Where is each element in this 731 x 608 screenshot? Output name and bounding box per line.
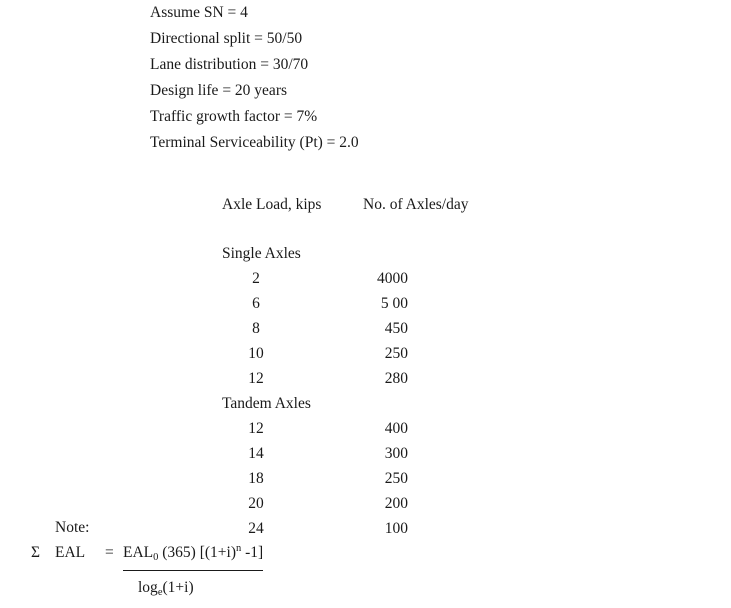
formula-denominator-row: loge(1+i) (31, 575, 431, 601)
table-row: 12 280 (222, 366, 512, 391)
numerator-tail: -1] (241, 544, 264, 561)
denominator-tail: (1+i) (162, 579, 194, 596)
table-row: 14 300 (222, 441, 512, 466)
cell-axle-load: 8 (252, 320, 260, 337)
numerator-middle: (365) [(1+i) (158, 544, 236, 561)
formula-equals-sign: = (105, 544, 114, 561)
assumption-line: Assume SN = 4 (150, 4, 248, 21)
table-row: 2 4000 (222, 266, 512, 291)
cell-axle-load: 2 (252, 270, 260, 287)
sigma-symbol: Σ (31, 544, 41, 561)
group-label-single-axles: Single Axles (222, 245, 301, 262)
table-row: 18 250 (222, 466, 512, 491)
formula-numerator: EAL0 (365) [(1+i)n -1] (123, 540, 264, 571)
cell-axle-count: 400 (384, 420, 408, 437)
assumption-line: Directional split = 50/50 (150, 30, 303, 47)
table-row: 10 250 (222, 341, 512, 366)
cell-axle-load: 12 (248, 420, 264, 437)
numerator-superscript: n (236, 543, 242, 554)
assumption-line: Terminal Serviceability (Pt) = 2.0 (150, 134, 359, 151)
cell-axle-count: 200 (384, 495, 408, 512)
assumption-line: Traffic growth factor = 7% (150, 108, 318, 125)
column-header-axle-load: Axle Load, kips (222, 196, 322, 213)
group-label-tandem-axles: Tandem Axles (222, 395, 311, 412)
cell-axle-load: 20 (248, 495, 264, 512)
note-block: Note: Σ EAL = EAL0 (365) [(1+i)n -1] log… (31, 515, 431, 601)
cell-axle-load: 14 (248, 445, 264, 462)
table-row: 8 450 (222, 316, 512, 341)
numerator-base: EAL (123, 544, 154, 561)
table-header-row: Axle Load, kips No. of Axles/day (222, 196, 512, 221)
cell-axle-count: 300 (384, 445, 408, 462)
numerator-subscript: 0 (153, 552, 159, 563)
table-row: 6 5 00 (222, 291, 512, 316)
cell-axle-count: 5 00 (380, 295, 408, 312)
cell-axle-load: 12 (248, 370, 264, 387)
denominator-subscript: e (157, 587, 163, 598)
cell-axle-load: 18 (248, 470, 264, 487)
cell-axle-count: 250 (384, 345, 408, 362)
formula-denominator: loge(1+i) (138, 575, 194, 603)
table-row: 12 400 (222, 416, 512, 441)
cell-axle-count: 280 (384, 370, 408, 387)
document-page: Assume SN = 4 Directional split = 50/50 … (0, 0, 731, 608)
formula-numerator-row: Σ EAL = EAL0 (365) [(1+i)n -1] (31, 540, 431, 571)
cell-axle-load: 10 (248, 345, 264, 362)
cell-axle-count: 4000 (377, 270, 408, 287)
note-label: Note: (55, 519, 90, 536)
cell-axle-count: 250 (384, 470, 408, 487)
table-row: 20 200 (222, 491, 512, 516)
denominator-base: log (138, 579, 158, 596)
formula-lhs-eal: EAL (55, 544, 86, 561)
cell-axle-load: 6 (252, 295, 260, 312)
axle-load-table: Axle Load, kips No. of Axles/day Single … (222, 196, 512, 541)
assumptions-block: Assume SN = 4 Directional split = 50/50 … (150, 0, 570, 156)
assumption-line: Lane distribution = 30/70 (150, 56, 309, 73)
assumption-line: Design life = 20 years (150, 82, 288, 99)
cell-axle-count: 450 (384, 320, 408, 337)
table-spacer (222, 221, 512, 241)
column-header-axle-count: No. of Axles/day (363, 196, 469, 213)
